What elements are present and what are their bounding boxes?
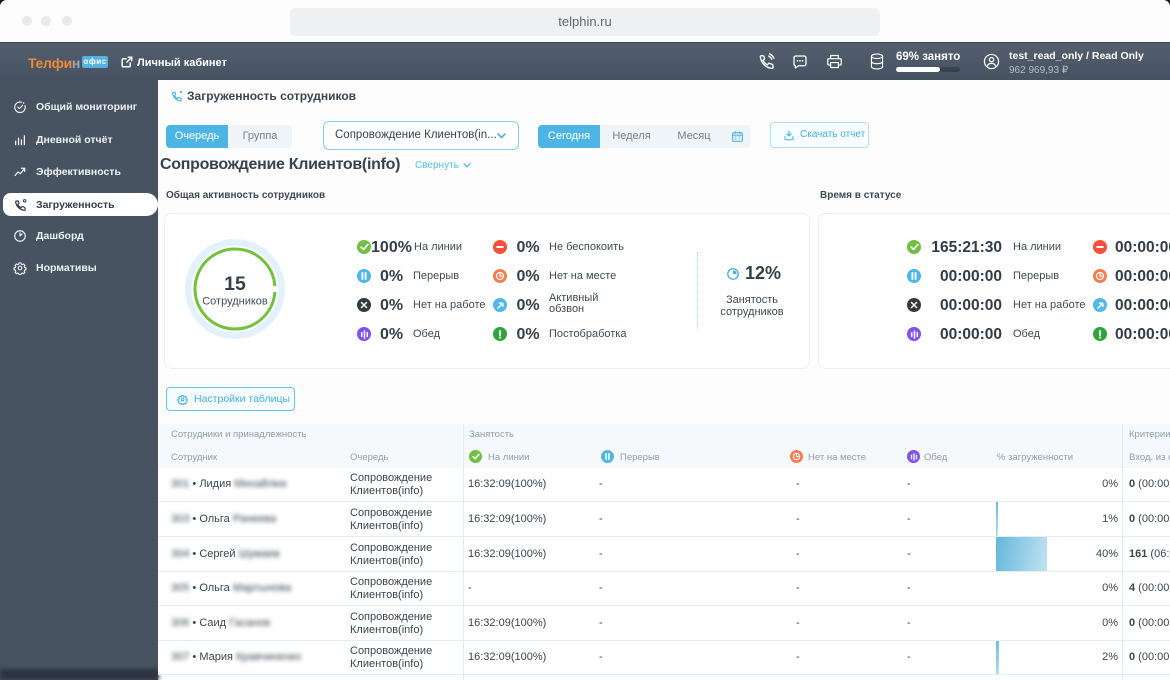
svg-text:15: 15 [224, 273, 246, 295]
svg-text:Сотрудников: Сотрудников [202, 296, 268, 308]
